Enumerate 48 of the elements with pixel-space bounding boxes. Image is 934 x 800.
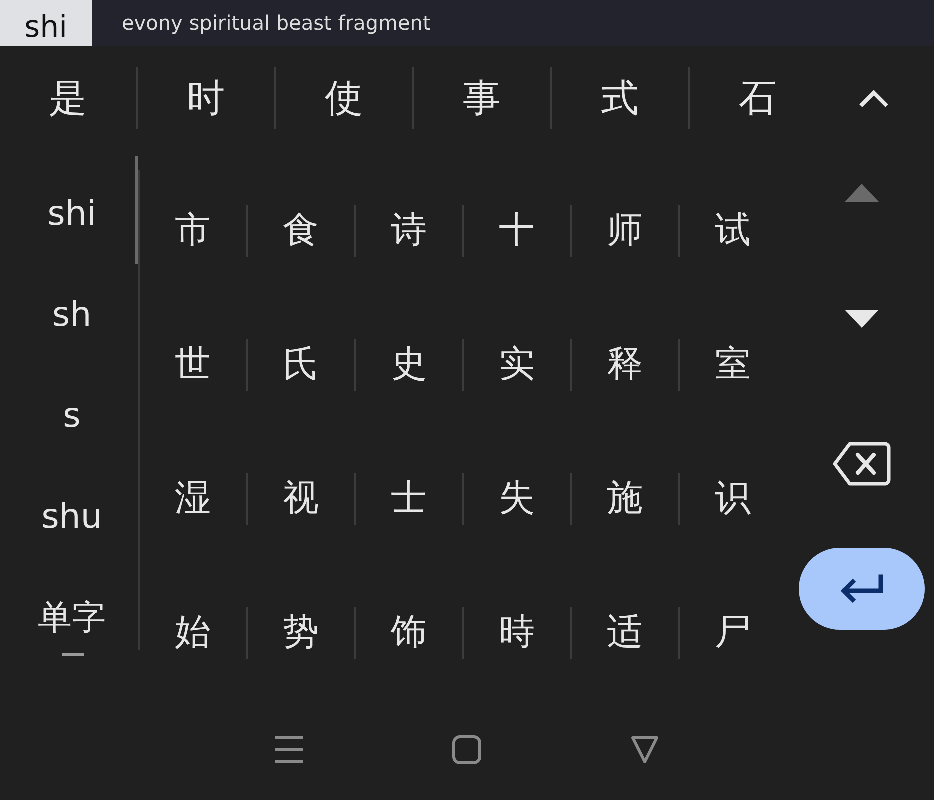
candidate-button[interactable]: 释	[572, 338, 678, 392]
candidate-button[interactable]: 式	[552, 70, 688, 126]
return-arrow-icon	[839, 574, 885, 604]
candidate-button[interactable]: 实	[464, 338, 570, 392]
candidate-button[interactable]: 湿	[140, 472, 246, 526]
backspace-button[interactable]	[832, 440, 892, 488]
candidate-button[interactable]: 饰	[356, 606, 462, 660]
candidate-button[interactable]: 始	[140, 606, 246, 660]
candidate-button[interactable]: 适	[572, 606, 678, 660]
pinyin-option[interactable]: shi	[8, 164, 136, 265]
candidate-button[interactable]: 事	[414, 70, 550, 126]
candidate-button[interactable]: 十	[464, 204, 570, 258]
backspace-icon	[832, 440, 892, 488]
candidate-button[interactable]: 士	[356, 472, 462, 526]
candidate-button[interactable]: 尸	[680, 606, 786, 660]
candidate-button[interactable]: 氏	[248, 338, 354, 392]
candidate-button[interactable]: 师	[572, 204, 678, 258]
candidate-button[interactable]: 失	[464, 472, 570, 526]
selection-indicator	[62, 653, 84, 656]
candidate-button[interactable]: 识	[680, 472, 786, 526]
scrollbar-thumb[interactable]	[135, 156, 138, 264]
candidate-button[interactable]: 是	[0, 70, 136, 126]
composing-text: shi	[0, 0, 92, 46]
candidate-button[interactable]: 时	[138, 70, 274, 126]
pinyin-option[interactable]: 单字	[8, 568, 136, 669]
triangle-up-icon	[844, 182, 880, 203]
candidate-button[interactable]: 室	[680, 338, 786, 392]
pinyin-option[interactable]: shu	[8, 467, 136, 568]
candidate-button[interactable]: 势	[248, 606, 354, 660]
home-icon[interactable]	[452, 735, 482, 765]
candidate-button[interactable]: 食	[248, 204, 354, 258]
candidate-button[interactable]: 世	[140, 338, 246, 392]
candidate-button[interactable]: 视	[248, 472, 354, 526]
candidate-button[interactable]: 史	[356, 338, 462, 392]
candidate-button[interactable]: 试	[680, 204, 786, 258]
candidate-button[interactable]: 市	[140, 204, 246, 258]
chevron-up-icon	[858, 90, 890, 108]
candidate-button[interactable]: 石	[690, 70, 826, 126]
candidate-button[interactable]: 诗	[356, 204, 462, 258]
back-icon[interactable]	[630, 735, 660, 765]
input-text: evony spiritual beast fragment	[121, 10, 431, 37]
candidate-button[interactable]: 時	[464, 606, 570, 660]
triangle-down-icon	[844, 308, 880, 329]
candidate-button[interactable]: 使	[276, 70, 412, 126]
menu-icon[interactable]	[274, 735, 304, 765]
pinyin-option[interactable]: s	[8, 366, 136, 467]
candidate-button[interactable]: 施	[572, 472, 678, 526]
pinyin-option[interactable]: sh	[8, 265, 136, 366]
